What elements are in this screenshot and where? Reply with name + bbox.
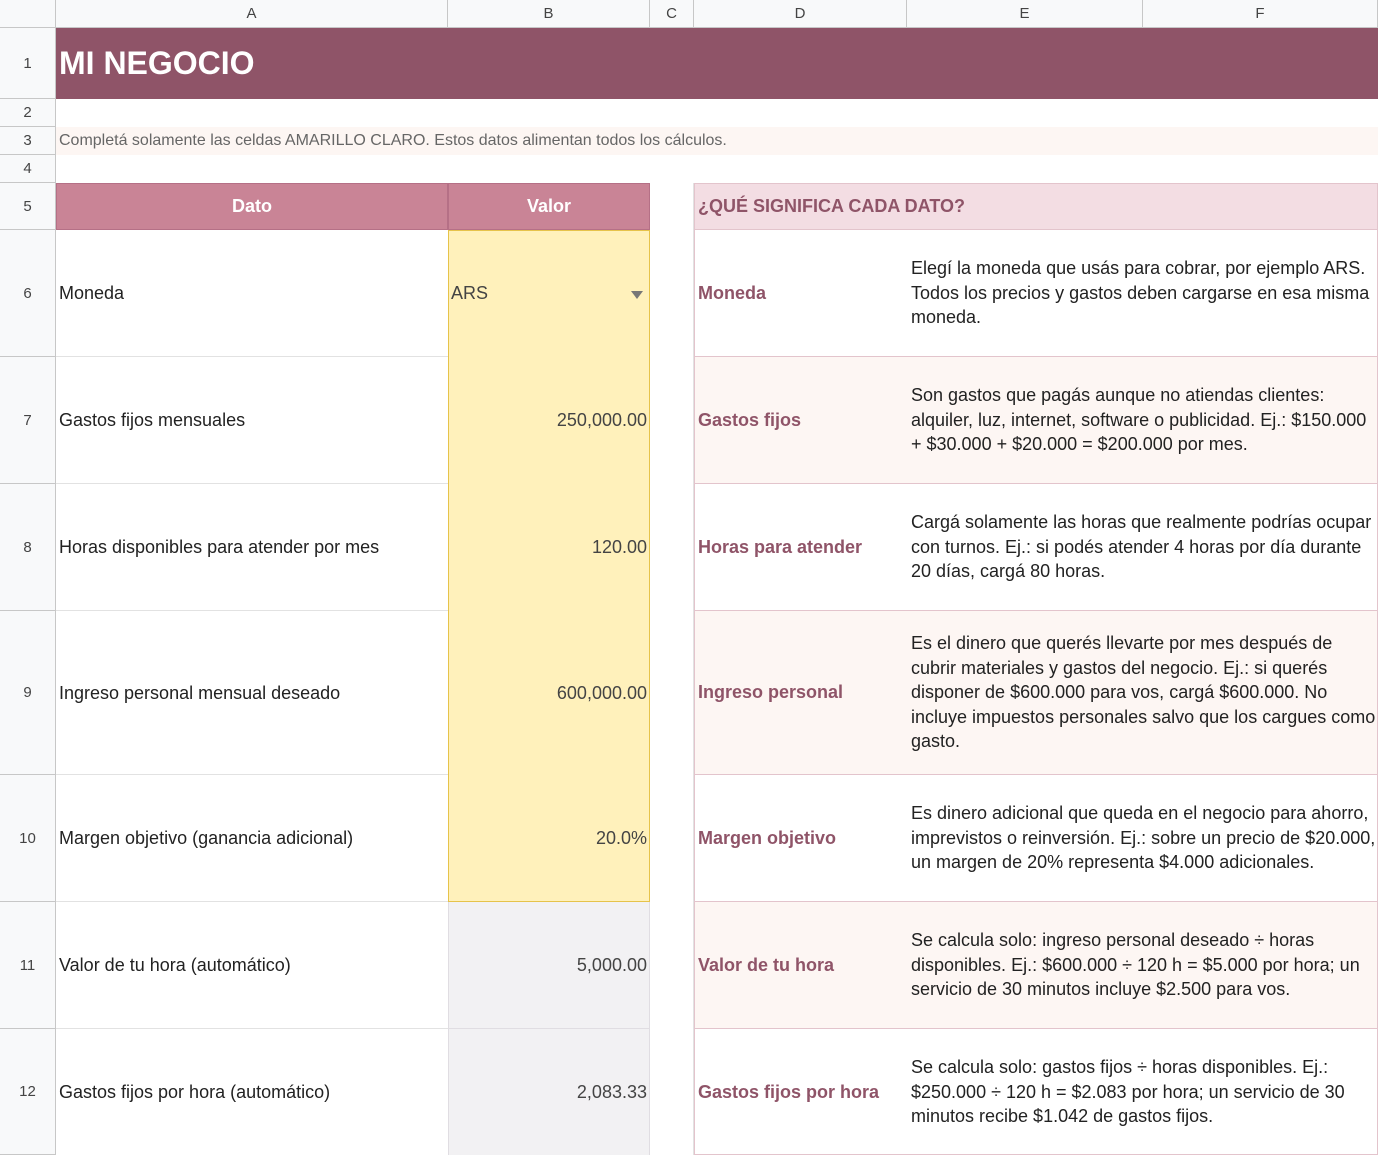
label-gastos-fijos[interactable]: Gastos fijos mensuales: [56, 357, 448, 484]
help-desc-valor-hora[interactable]: Se calcula solo: ingreso personal desead…: [911, 902, 1377, 1028]
help-row: Margen objetivo Es dinero adicional que …: [694, 775, 1378, 902]
currency-value: ARS: [451, 283, 489, 303]
help-row: Ingreso personal Es el dinero que querés…: [694, 611, 1378, 775]
currency-select[interactable]: ARS: [448, 230, 650, 357]
header-dato[interactable]: Dato: [56, 183, 448, 230]
help-desc-margen[interactable]: Es dinero adicional que queda en el nego…: [911, 775, 1377, 901]
help-desc-horas[interactable]: Cargá solamente las horas que realmente …: [911, 484, 1377, 610]
input-horas[interactable]: 120.00: [448, 484, 650, 611]
help-term-horas[interactable]: Horas para atender: [695, 484, 908, 610]
auto-valor-hora[interactable]: 5,000.00: [448, 902, 650, 1029]
dropdown-arrow-icon[interactable]: [631, 283, 643, 304]
help-term-ingreso[interactable]: Ingreso personal: [695, 611, 908, 774]
label-valor-hora[interactable]: Valor de tu hora (automático): [56, 902, 448, 1029]
label-horas[interactable]: Horas disponibles para atender por mes: [56, 484, 448, 611]
input-ingreso[interactable]: 600,000.00: [448, 611, 650, 775]
help-term-gastos-fijos[interactable]: Gastos fijos: [695, 357, 908, 483]
help-desc-ingreso[interactable]: Es el dinero que querés llevarte por mes…: [911, 611, 1377, 774]
row-header-4[interactable]: 4: [0, 155, 56, 183]
instruction-note[interactable]: Completá solamente las celdas AMARILLO C…: [56, 127, 1378, 155]
row-header-6[interactable]: 6: [0, 230, 56, 357]
help-row: Horas para atender Cargá solamente las h…: [694, 484, 1378, 611]
column-header-b[interactable]: B: [448, 0, 650, 28]
help-desc-moneda[interactable]: Elegí la moneda que usás para cobrar, po…: [911, 230, 1377, 356]
row-header-1[interactable]: 1: [0, 28, 56, 99]
row-header-7[interactable]: 7: [0, 357, 56, 484]
help-term-moneda[interactable]: Moneda: [695, 230, 908, 356]
help-row: Gastos fijos Son gastos que pagás aunque…: [694, 357, 1378, 484]
header-valor[interactable]: Valor: [448, 183, 650, 230]
column-header-e[interactable]: E: [907, 0, 1143, 28]
row-header-11[interactable]: 11: [0, 902, 56, 1029]
select-all-corner[interactable]: [0, 0, 56, 28]
column-header-d[interactable]: D: [694, 0, 907, 28]
row-header-9[interactable]: 9: [0, 611, 56, 775]
row-header-12[interactable]: 12: [0, 1029, 56, 1155]
page-title[interactable]: MI NEGOCIO: [56, 28, 1378, 99]
help-header[interactable]: ¿QUÉ SIGNIFICA CADA DATO?: [694, 183, 1378, 230]
help-term-gastos-hora[interactable]: Gastos fijos por hora: [695, 1029, 908, 1155]
column-header-c[interactable]: C: [650, 0, 694, 28]
help-desc-gastos-fijos[interactable]: Son gastos que pagás aunque no atiendas …: [911, 357, 1377, 483]
label-ingreso[interactable]: Ingreso personal mensual deseado: [56, 611, 448, 775]
row-header-2[interactable]: 2: [0, 99, 56, 127]
help-row: Valor de tu hora Se calcula solo: ingres…: [694, 902, 1378, 1029]
row-header-10[interactable]: 10: [0, 775, 56, 902]
label-moneda[interactable]: Moneda: [56, 230, 448, 357]
label-margen[interactable]: Margen objetivo (ganancia adicional): [56, 775, 448, 902]
help-desc-gastos-hora[interactable]: Se calcula solo: gastos fijos ÷ horas di…: [911, 1029, 1377, 1155]
row-header-5[interactable]: 5: [0, 183, 56, 230]
help-row: Moneda Elegí la moneda que usás para cob…: [694, 230, 1378, 357]
row-header-8[interactable]: 8: [0, 484, 56, 611]
column-header-a[interactable]: A: [56, 0, 448, 28]
help-row: Gastos fijos por hora Se calcula solo: g…: [694, 1029, 1378, 1155]
row-header-3[interactable]: 3: [0, 127, 56, 155]
help-term-valor-hora[interactable]: Valor de tu hora: [695, 902, 908, 1028]
input-gastos-fijos[interactable]: 250,000.00: [448, 357, 650, 484]
auto-gastos-hora[interactable]: 2,083.33: [448, 1029, 650, 1155]
column-header-f[interactable]: F: [1143, 0, 1378, 28]
help-term-margen[interactable]: Margen objetivo: [695, 775, 908, 901]
label-gastos-hora[interactable]: Gastos fijos por hora (automático): [56, 1029, 448, 1155]
input-margen[interactable]: 20.0%: [448, 775, 650, 902]
